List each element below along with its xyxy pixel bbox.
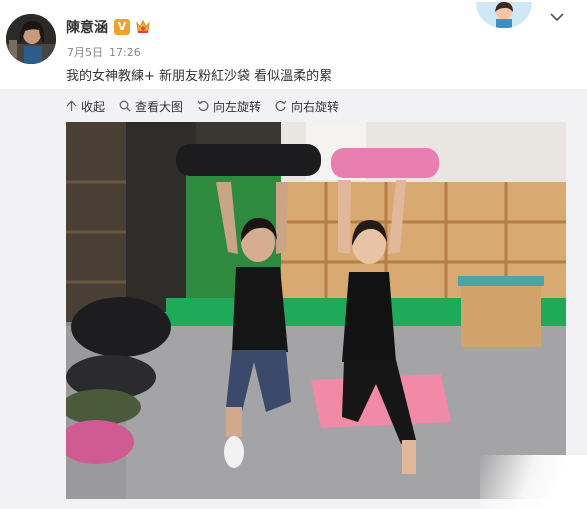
username[interactable]: 陳意涵 [66,17,108,37]
rotate-left-label: 向左旋转 [213,99,262,114]
rotate-left-button[interactable]: 向左旋转 [197,98,261,115]
weibo-post-card: 陳意涵 V 7月5日 17:26 我的女神教練+ 新朋友粉紅沙袋 看似溫柔的累 收… [0,0,587,509]
post-text: 我的女神教練+ 新朋友粉紅沙袋 看似溫柔的累 [66,69,333,84]
collapse-button[interactable]: 收起 [66,98,105,115]
view-large-button[interactable]: 查看大图 [119,98,183,115]
vip-crown-icon [135,18,151,35]
rotate-right-button[interactable]: 向右旋转 [275,98,339,115]
post-time: 17:26 [109,46,141,59]
current-user-avatar[interactable] [476,2,532,28]
collapse-label: 收起 [81,99,106,114]
rotate-left-icon [197,100,209,112]
corner-fade [480,455,587,509]
collapse-icon [66,100,77,111]
post-meta: 7月5日 17:26 [67,44,147,60]
rotate-right-icon [275,100,287,112]
user-avatar[interactable] [6,14,56,64]
rotate-right-label: 向右旋转 [291,99,340,114]
search-icon [119,100,131,112]
post-photo[interactable] [66,122,566,499]
verified-badge-icon: V [114,19,130,35]
post-date[interactable]: 7月5日 [67,46,103,59]
view-large-label: 查看大图 [135,99,184,114]
image-toolbar: 收起 查看大图 向左旋转 向右旋转 [66,96,353,116]
chevron-down-icon[interactable] [549,9,565,23]
